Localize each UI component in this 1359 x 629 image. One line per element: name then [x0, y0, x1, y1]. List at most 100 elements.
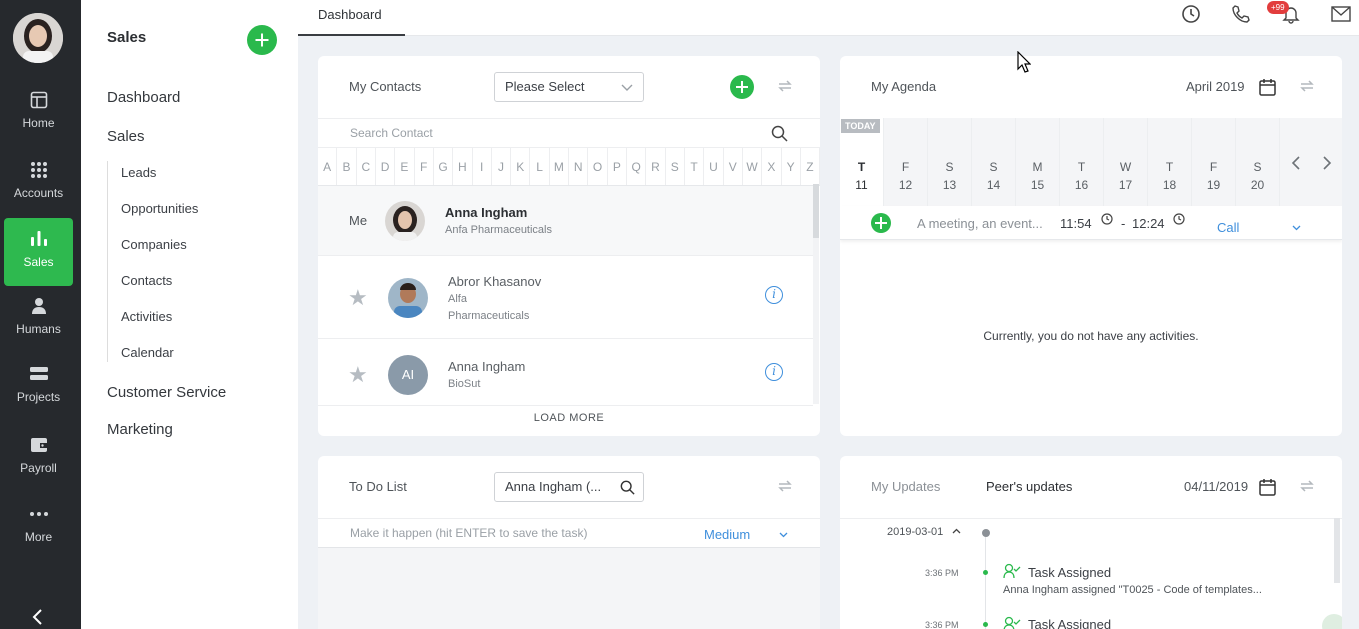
day-of-week: S [945, 160, 954, 174]
letter-filter[interactable]: R [646, 148, 666, 185]
chevron-down-icon[interactable] [779, 532, 788, 538]
letter-filter[interactable]: I [473, 148, 492, 185]
refresh-icon[interactable] [776, 477, 794, 495]
chevron-left-icon[interactable] [30, 608, 46, 626]
letter-filter[interactable]: Q [627, 148, 647, 185]
sidebar-item-customer-service[interactable]: Customer Service [107, 384, 226, 401]
info-icon[interactable]: i [765, 286, 783, 304]
clock-icon[interactable] [1173, 213, 1185, 225]
contact-row-me[interactable]: Me Anna Ingham Anfa Pharmaceuticals [318, 186, 813, 256]
sidebar-item-contacts[interactable]: Contacts [121, 273, 172, 288]
letter-filter[interactable]: T [685, 148, 705, 185]
sidebar-item-opportunities[interactable]: Opportunities [121, 201, 198, 216]
letter-filter[interactable]: A [318, 148, 338, 185]
letter-filter[interactable]: G [434, 148, 454, 185]
letter-filter[interactable]: H [453, 148, 473, 185]
activity-input[interactable]: A meeting, an event... [917, 216, 1043, 231]
tab-my-updates[interactable]: My Updates [871, 479, 940, 494]
task-input[interactable]: Make it happen (hit ENTER to save the ta… [350, 526, 587, 540]
filter-value: Anna Ingham (... [505, 479, 602, 494]
activity-type-select[interactable]: Call [1217, 220, 1239, 235]
priority-select[interactable]: Medium [704, 527, 750, 542]
calendar-icon[interactable] [1259, 478, 1276, 496]
day-cell[interactable]: F 19 [1192, 118, 1236, 206]
sidebar-item-calendar[interactable]: Calendar [121, 345, 174, 360]
letter-filter[interactable]: Z [801, 148, 820, 185]
add-contact-button[interactable] [730, 75, 754, 99]
sidebar-item-sales[interactable]: Sales [107, 128, 145, 145]
sidebar-item-marketing[interactable]: Marketing [107, 421, 173, 438]
letter-filter[interactable]: M [550, 148, 570, 185]
clock-icon[interactable] [1181, 4, 1201, 24]
nav-projects[interactable]: Projects [4, 364, 73, 432]
letter-filter[interactable]: J [492, 148, 512, 185]
start-time[interactable]: 11:54 [1060, 216, 1092, 231]
clock-icon[interactable] [1101, 213, 1113, 225]
letter-filter[interactable]: B [337, 148, 357, 185]
chat-launcher[interactable] [1322, 614, 1342, 629]
mail-icon[interactable] [1331, 6, 1351, 22]
calendar-icon[interactable] [1259, 78, 1276, 96]
chevron-left-icon[interactable] [1291, 156, 1301, 170]
letter-filter[interactable]: W [743, 148, 763, 185]
info-icon[interactable]: i [765, 363, 783, 381]
chevron-up-icon[interactable] [952, 528, 961, 534]
load-more-button[interactable]: LOAD MORE [318, 412, 820, 424]
letter-filter[interactable]: U [704, 148, 724, 185]
letter-filter[interactable]: S [666, 148, 685, 185]
day-cell[interactable]: F 12 [884, 118, 928, 206]
letter-filter[interactable]: N [569, 148, 589, 185]
letter-filter[interactable]: D [376, 148, 396, 185]
refresh-icon[interactable] [1298, 477, 1316, 495]
nav-accounts[interactable]: Accounts [4, 158, 73, 226]
scrollbar-thumb[interactable] [1334, 518, 1340, 583]
letter-filter[interactable]: O [588, 148, 608, 185]
add-button[interactable] [247, 25, 277, 55]
day-cell[interactable]: S 14 [972, 118, 1016, 206]
letter-filter[interactable]: P [608, 148, 627, 185]
contact-row[interactable]: ★ Abror Khasanov Alfa Pharmaceuticals i [318, 257, 813, 339]
contacts-select[interactable]: Please Select [494, 72, 644, 102]
star-icon[interactable]: ★ [348, 285, 368, 311]
user-avatar[interactable] [13, 13, 63, 63]
agenda-month: April 2019 [1186, 79, 1245, 94]
nav-sales[interactable]: Sales [4, 218, 73, 286]
search-icon[interactable] [771, 125, 788, 142]
refresh-icon[interactable] [1298, 77, 1316, 95]
chevron-down-icon[interactable] [1292, 225, 1301, 231]
refresh-icon[interactable] [776, 77, 794, 95]
day-cell[interactable]: S 20 [1236, 118, 1280, 206]
letter-filter[interactable]: C [357, 148, 376, 185]
sidebar-item-dashboard[interactable]: Dashboard [107, 89, 180, 106]
nav-humans[interactable]: Humans [4, 296, 73, 364]
day-cell[interactable]: T 16 [1060, 118, 1104, 206]
day-cell[interactable]: W 17 [1104, 118, 1148, 206]
letter-filter[interactable]: K [511, 148, 531, 185]
day-cell[interactable]: S 13 [928, 118, 972, 206]
chevron-right-icon[interactable] [1322, 156, 1332, 170]
search-contact-input[interactable]: Search Contact [350, 126, 433, 140]
tab-peer-updates[interactable]: Peer's updates [986, 479, 1072, 494]
star-icon[interactable]: ★ [348, 362, 368, 388]
letter-filter[interactable]: F [415, 148, 434, 185]
sidebar-item-activities[interactable]: Activities [121, 309, 172, 324]
letter-filter[interactable]: X [762, 148, 782, 185]
todo-filter[interactable]: Anna Ingham (... [494, 472, 644, 502]
nav-payroll[interactable]: Payroll [4, 434, 73, 502]
add-activity-button[interactable] [871, 213, 891, 233]
day-cell[interactable]: M 15 [1016, 118, 1060, 206]
letter-filter[interactable]: Y [782, 148, 801, 185]
contact-row[interactable]: ★ AI Anna Ingham BioSut i [318, 340, 813, 406]
scrollbar-thumb[interactable] [813, 184, 819, 238]
nav-home[interactable]: Home [4, 88, 73, 156]
end-time[interactable]: 12:24 [1132, 216, 1165, 231]
phone-icon[interactable] [1231, 4, 1251, 24]
sidebar-item-companies[interactable]: Companies [121, 237, 187, 252]
letter-filter[interactable]: L [530, 148, 550, 185]
letter-filter[interactable]: E [395, 148, 415, 185]
letter-filter[interactable]: V [724, 148, 743, 185]
nav-more[interactable]: More [4, 503, 73, 571]
day-cell[interactable]: T 18 [1148, 118, 1192, 206]
sidebar-item-leads[interactable]: Leads [121, 165, 156, 180]
tab-dashboard[interactable]: Dashboard [298, 0, 405, 36]
